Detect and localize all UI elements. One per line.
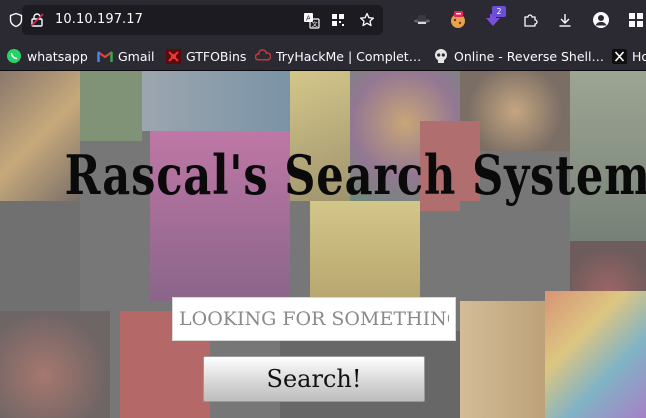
extensions-puzzle-icon[interactable] [518, 8, 542, 32]
browser-toolbar: 10.10.197.17 A文 2 [0, 0, 646, 40]
bookmark-gtfobins[interactable]: GTFOBins [165, 46, 246, 66]
downloads-icon[interactable] [553, 8, 577, 32]
menu-grid-icon[interactable] [624, 8, 646, 32]
url-text[interactable]: 10.10.197.17 [55, 12, 143, 27]
bookmarks-toolbar: whatsapp Gmail GTFOBins TryHackMe | Comp… [0, 40, 646, 71]
bookmark-gmail[interactable]: Gmail [97, 46, 154, 66]
skull-icon [433, 48, 449, 64]
bookmark-label: whatsapp [27, 48, 88, 64]
bookmark-tryhackme[interactable]: TryHackMe | Complet… [255, 46, 421, 66]
translate-icon[interactable]: A文 [299, 8, 323, 32]
bookmark-x[interactable]: Ho [611, 46, 646, 66]
bookmark-label: Online - Reverse Shell… [454, 48, 604, 64]
gtfobins-icon [165, 48, 181, 64]
bookmark-label: TryHackMe | Complet… [276, 48, 422, 64]
gmail-icon [97, 48, 113, 64]
x-icon [611, 48, 627, 64]
bookmark-label: GTFOBins [186, 48, 247, 64]
url-bar[interactable]: 10.10.197.17 A文 [9, 5, 383, 35]
bookmark-reverse-shell[interactable]: Online - Reverse Shell… [433, 46, 604, 66]
bookmark-star-icon[interactable] [355, 8, 379, 32]
bookmark-whatsapp[interactable]: whatsapp [6, 46, 88, 66]
whatsapp-icon [6, 48, 22, 64]
qr-code-icon[interactable] [326, 8, 350, 32]
cookie-extension-icon[interactable] [446, 8, 470, 32]
bookmark-label: Ho [632, 48, 646, 64]
svg-text:文: 文 [311, 20, 317, 28]
account-icon[interactable] [589, 8, 613, 32]
insecure-lock-icon[interactable] [25, 8, 49, 32]
spy-extension-icon[interactable] [410, 8, 434, 32]
search-button[interactable]: Search! [203, 356, 425, 402]
search-input[interactable] [172, 297, 456, 341]
page-content: Rascal's Search System Search! [0, 71, 646, 418]
bookmark-label: Gmail [118, 48, 155, 64]
extension-badge: 2 [492, 6, 506, 17]
tryhackme-icon [255, 48, 271, 64]
page-title: Rascal's Search System [64, 143, 646, 207]
